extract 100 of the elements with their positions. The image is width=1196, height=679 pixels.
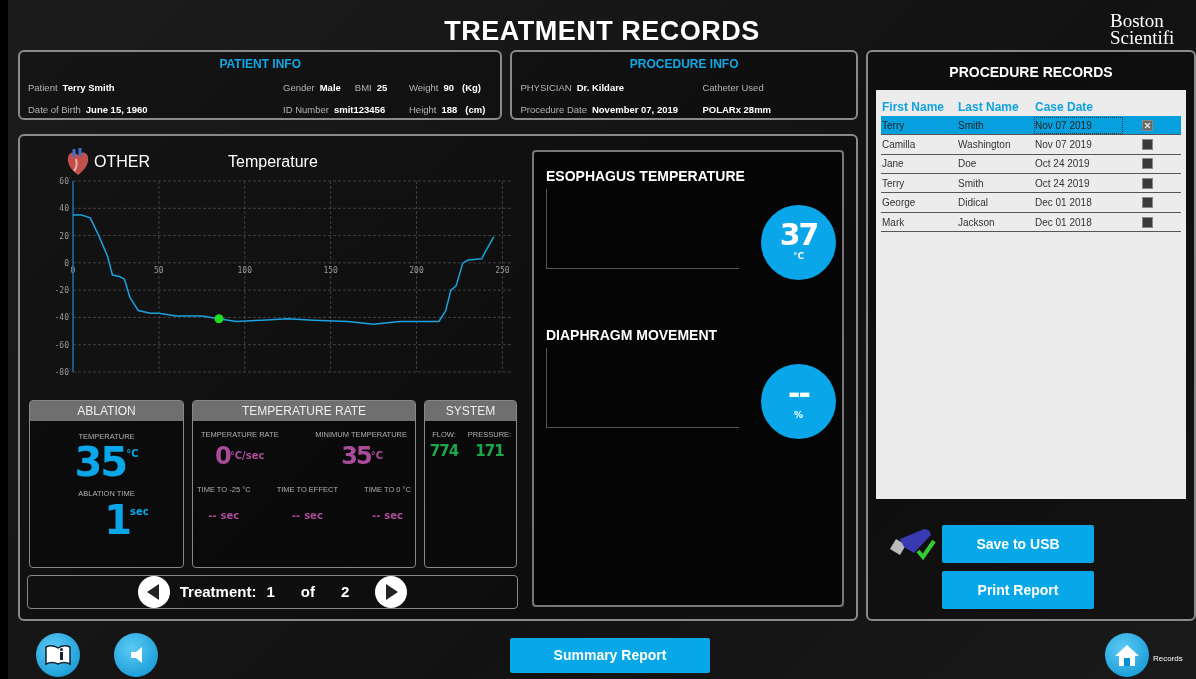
record-checkbox[interactable] — [1142, 138, 1153, 150]
logo-text: Boston Scientifi — [1110, 12, 1176, 46]
record-row[interactable]: Mark Jackson Dec 01 2018 — [881, 212, 1181, 233]
field-label: Date of Birth — [28, 103, 81, 118]
record-row[interactable]: Jane Doe Oct 24 2019 — [881, 154, 1181, 175]
record-checkbox[interactable] — [1142, 158, 1153, 170]
record-row[interactable]: George Didical Dec 01 2018 — [881, 193, 1181, 213]
monitor-title: DIAPHRAGM MOVEMENT — [546, 326, 719, 345]
table-cell-text: Terry — [881, 118, 906, 133]
record-row[interactable]: Terry Smith Nov 07 2019 — [881, 115, 1181, 136]
field-label: PHYSICIAN — [520, 81, 572, 95]
triangle-icon — [383, 583, 400, 601]
y-tick-label: 0 — [64, 258, 69, 268]
y-tick-label: 60 — [59, 177, 69, 186]
stat-value: -- — [372, 508, 381, 523]
table-cell-text: Smith — [958, 118, 985, 133]
treatment-total: 2 — [340, 581, 350, 602]
unit-label: °C — [126, 447, 139, 462]
table-cell-text: Dec 01 2018 — [1035, 196, 1093, 211]
unit-label: sec — [130, 505, 149, 517]
heart-icon — [66, 147, 90, 177]
record-checkbox[interactable] — [1142, 216, 1153, 228]
x-tick-label: 250 — [495, 265, 510, 275]
stat-value: 1 — [104, 499, 131, 540]
unit-label: °C — [370, 450, 383, 462]
home-button[interactable] — [1105, 633, 1149, 677]
stat-value: -- — [208, 508, 217, 523]
table-cell-text: Terry — [881, 176, 906, 191]
table-cell-text: Nov 07 2019 — [1035, 137, 1093, 152]
record-checkbox[interactable] — [1142, 119, 1153, 131]
column-header: Case Date — [1035, 98, 1095, 116]
y-tick-label: -60 — [54, 340, 69, 350]
table-cell-text: Smith — [958, 176, 985, 191]
temperature-rate-heading: TEMPERATURE RATE — [193, 401, 415, 421]
page-title: TREATMENT RECORDS — [444, 14, 760, 48]
field-label: ID Number — [283, 103, 329, 118]
field-value: June 15, 1960 — [85, 103, 148, 118]
unit-label: °C/sec — [229, 450, 265, 462]
record-checkbox[interactable] — [1142, 177, 1153, 189]
next-button[interactable] — [375, 576, 408, 608]
unit-label: sec — [384, 508, 403, 523]
unit-label: °C — [792, 250, 805, 264]
x-tick-label: 50 — [154, 265, 164, 275]
x-tick-label: 200 — [409, 265, 424, 275]
table-cell-text: George — [881, 196, 917, 211]
field-value: November 07, 2019 — [591, 103, 679, 118]
table-cell-text: Jane — [881, 157, 905, 172]
stat-value: 35 — [341, 444, 371, 469]
patient-info-heading: PATIENT INFO — [218, 56, 302, 73]
x-tick-label: 150 — [323, 265, 338, 275]
y-tick-label: -20 — [54, 286, 69, 296]
field-label: BMI — [354, 81, 372, 95]
y-tick-label: 20 — [59, 231, 69, 241]
table-cell: Nov 07 2019 — [1035, 117, 1122, 133]
x-tick-label: 100 — [237, 265, 252, 275]
table-cell-text: Camilla — [881, 137, 917, 152]
speaker-icon — [130, 647, 142, 663]
y-tick-label: 40 — [59, 204, 69, 214]
system-heading: SYSTEM — [425, 401, 516, 421]
chart-title: Temperature — [228, 152, 318, 172]
marker-dot — [214, 314, 224, 324]
record-row[interactable]: Camilla Washington Nov 07 2019 — [881, 135, 1181, 155]
of-label: of — [300, 581, 315, 602]
records-heading: PROCEDURE RECORDS — [948, 63, 1114, 82]
y-tick-label: -40 — [54, 313, 69, 323]
table-cell-text: Doe — [958, 157, 978, 172]
field-label: Height — [409, 103, 437, 118]
table-cell-text: Mark — [881, 215, 906, 230]
manual-button[interactable] — [36, 633, 80, 677]
field-value: Male — [319, 81, 341, 95]
treatment-label: Treatment: — [179, 581, 257, 602]
field-value: Terry Smith — [62, 81, 115, 95]
field-value: 25 — [376, 81, 388, 95]
field-label: Weight — [409, 81, 439, 95]
unit-label: sec — [304, 508, 323, 523]
unit-label: (Kg) — [462, 81, 481, 95]
field-value: smit123456 — [333, 103, 386, 118]
triangle-icon — [145, 583, 162, 601]
record-checkbox[interactable] — [1142, 197, 1153, 209]
stat-value: -- — [291, 508, 301, 523]
home-label: Records — [1153, 653, 1183, 665]
x-tick-label: 0 — [70, 265, 76, 275]
stat-value: 774 — [429, 444, 459, 460]
y-tick-label: -80 — [54, 368, 69, 377]
record-row[interactable]: Terry Smith Oct 24 2019 — [881, 174, 1181, 194]
previous-button[interactable] — [137, 576, 170, 608]
monitor-title: ESOPHAGUS TEMPERATURE — [546, 167, 746, 186]
field-value: 188 — [441, 103, 458, 118]
ablation-heading: ABLATION — [30, 401, 183, 421]
unit-label: (cm) — [465, 103, 486, 118]
home-icon — [1114, 643, 1140, 667]
table-cell-text: Washington — [958, 137, 1012, 152]
reading-value: 37 — [779, 220, 818, 251]
column-header: Last Name — [958, 98, 1020, 116]
column-header: First Name — [881, 98, 946, 116]
sound-button[interactable] — [114, 633, 158, 677]
stat-value: 171 — [475, 444, 504, 460]
field-value: Dr. Kildare — [576, 81, 625, 95]
field-value: 90 — [443, 81, 454, 95]
anatomy-label: OTHER — [94, 152, 150, 172]
